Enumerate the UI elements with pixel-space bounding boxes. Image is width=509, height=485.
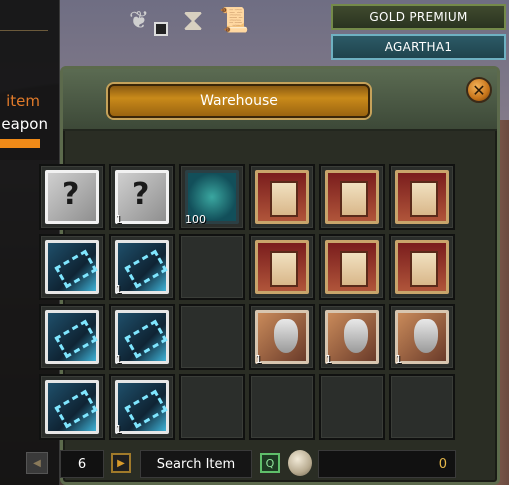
warehouse-slot[interactable] [319, 374, 385, 440]
warehouse-slot[interactable] [389, 234, 455, 300]
warehouse-slot[interactable] [249, 374, 315, 440]
scroll-item-icon[interactable] [255, 240, 309, 294]
close-icon: ✕ [472, 80, 486, 100]
warehouse-slot[interactable] [39, 304, 105, 370]
hourglass-icon[interactable]: ⧗ [180, 0, 206, 40]
item-quantity: 100 [185, 213, 206, 226]
mystery-item-icon[interactable] [45, 170, 99, 224]
prev-page-button[interactable]: ◀ [26, 452, 48, 474]
warehouse-slot[interactable] [39, 164, 105, 230]
page-number: 6 [60, 450, 104, 478]
warehouse-slot[interactable]: 1 [109, 234, 175, 300]
warehouse-slot[interactable] [249, 164, 315, 230]
warehouse-slot[interactable]: 1 [389, 304, 455, 370]
warehouse-slot[interactable] [179, 234, 245, 300]
close-button[interactable]: ✕ [466, 77, 492, 103]
warehouse-slot[interactable]: 1 [109, 374, 175, 440]
head-item-icon[interactable] [255, 310, 309, 364]
scroll-item-icon[interactable] [325, 240, 379, 294]
warehouse-slot[interactable] [389, 374, 455, 440]
chain-item-icon[interactable] [45, 310, 99, 364]
chain-item-icon[interactable] [45, 380, 99, 434]
warehouse-slot[interactable] [179, 304, 245, 370]
gold-amount: 0 [318, 450, 456, 478]
warehouse-slot[interactable]: 1 [109, 304, 175, 370]
scroll-item-icon[interactable] [325, 170, 379, 224]
warehouse-slot[interactable] [39, 234, 105, 300]
search-item-button[interactable]: Search Item [140, 450, 252, 478]
gold-premium-badge: GOLD PREMIUM [331, 4, 506, 30]
warehouse-window: Warehouse ✕ 1 100 1 1 1 1 1 1 [39, 66, 500, 485]
scroll-map-icon[interactable]: 📜 [218, 0, 250, 40]
side-weapon-label: eapon [1, 115, 48, 133]
head-item-icon[interactable] [325, 310, 379, 364]
search-icon[interactable]: Q [260, 453, 280, 473]
top-toolbar: ❦ ⧗ 📜 [120, 0, 260, 42]
scroll-item-icon[interactable] [255, 170, 309, 224]
item-quantity: 1 [255, 353, 262, 366]
wings-icon[interactable]: ❦ [120, 0, 168, 40]
warehouse-slot[interactable] [39, 374, 105, 440]
item-quantity: 1 [395, 353, 402, 366]
side-panel-divider [0, 30, 48, 31]
server-name-badge: AGARTHA1 [331, 34, 506, 60]
warehouse-slot[interactable]: 100 [179, 164, 245, 230]
warehouse-slot[interactable] [319, 234, 385, 300]
play-icon: ▶ [117, 457, 125, 469]
head-item-icon[interactable] [395, 310, 449, 364]
warehouse-slot[interactable] [249, 234, 315, 300]
warehouse-grid: 1 100 1 1 1 1 1 1 [39, 164, 459, 440]
item-quantity: 1 [115, 283, 122, 296]
warehouse-bottom-bar: ◀ 6 ▶ Search Item Q 0 [26, 446, 500, 485]
warehouse-slot[interactable]: 1 [319, 304, 385, 370]
chain-item-icon[interactable] [45, 240, 99, 294]
warehouse-slot[interactable]: 1 [249, 304, 315, 370]
item-quantity: 1 [115, 213, 122, 226]
chain-item-icon[interactable] [115, 380, 169, 434]
warehouse-slot[interactable] [179, 374, 245, 440]
next-page-button[interactable]: ▶ [111, 453, 131, 473]
item-quantity: 1 [115, 423, 122, 436]
chain-item-icon[interactable] [115, 240, 169, 294]
side-item-label: item [6, 92, 40, 110]
side-progress-bar [0, 139, 40, 148]
warehouse-slot[interactable] [319, 164, 385, 230]
scroll-item-icon[interactable] [395, 170, 449, 224]
scroll-item-icon[interactable] [395, 240, 449, 294]
warehouse-slot[interactable]: 1 [109, 164, 175, 230]
mystery-item-icon[interactable] [115, 170, 169, 224]
chain-item-icon[interactable] [115, 310, 169, 364]
warehouse-title: Warehouse [108, 84, 370, 118]
item-quantity: 1 [325, 353, 332, 366]
item-quantity: 1 [115, 353, 122, 366]
checkbox-icon[interactable] [154, 22, 168, 36]
warehouse-slot[interactable] [389, 164, 455, 230]
gold-coin-icon [288, 450, 312, 476]
